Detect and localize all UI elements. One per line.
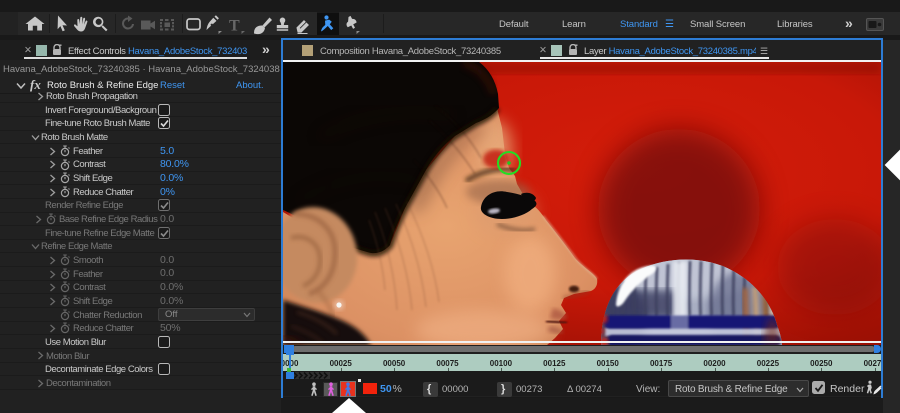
svg-text:T: T [229, 18, 240, 35]
